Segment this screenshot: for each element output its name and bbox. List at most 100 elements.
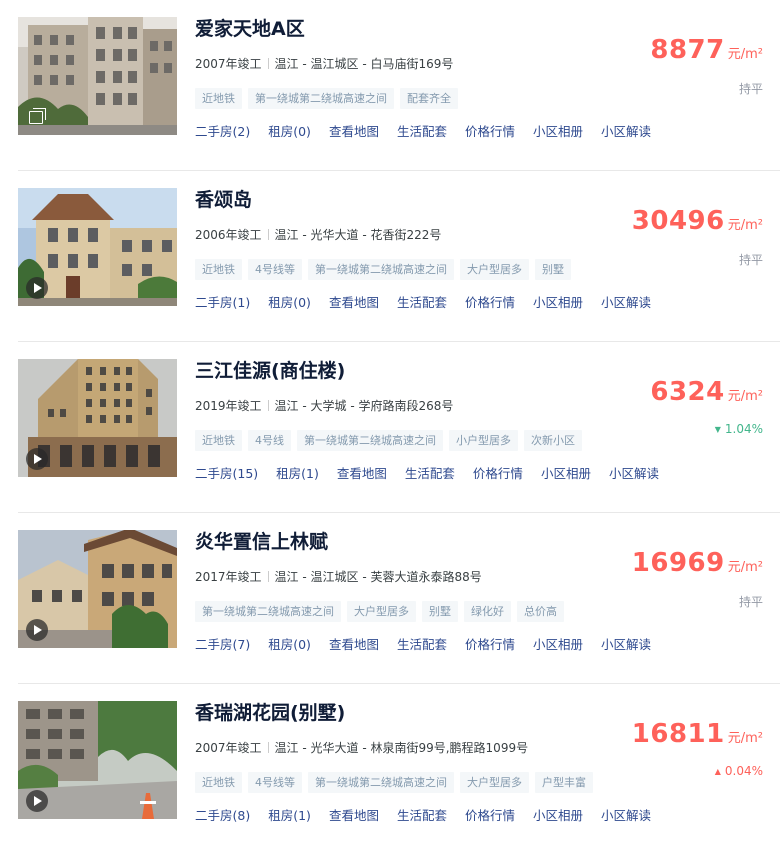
price-value: 16811 xyxy=(631,719,725,749)
price-trend-link[interactable]: 价格行情 xyxy=(465,121,515,140)
rent-link[interactable]: 租房(1) xyxy=(276,463,319,482)
feature-tags: 近地铁 第一绕城第二绕城高速之间 配套齐全 xyxy=(195,87,464,109)
community-info: 2007年竣工 温江 - 光华大道 - 林泉南街99号,鹏程路1099号 xyxy=(195,740,528,756)
listing-photo[interactable] xyxy=(18,188,177,306)
community-title[interactable]: 炎华置信上林赋 xyxy=(195,529,328,555)
listing-photo[interactable] xyxy=(18,530,177,648)
secondhand-link[interactable]: 二手房(1) xyxy=(195,292,250,311)
price-unit: 元/m² xyxy=(727,731,763,746)
feature-tag: 4号线等 xyxy=(248,259,302,280)
price-value: 6324 xyxy=(650,377,725,407)
album-link[interactable]: 小区相册 xyxy=(533,121,583,140)
amenities-link[interactable]: 生活配套 xyxy=(397,121,447,140)
unit-price: 6324 元/m² xyxy=(650,377,763,407)
map-link[interactable]: 查看地图 xyxy=(337,463,387,482)
map-link[interactable]: 查看地图 xyxy=(329,292,379,311)
amenities-link[interactable]: 生活配套 xyxy=(405,463,455,482)
listing-item: 爱家天地A区 2007年竣工 温江 - 温江城区 - 白马庙街169号 近地铁 第一… xyxy=(18,0,780,171)
listing-item: 三江佳源(商住楼) 2019年竣工 温江 - 大学城 - 学府路南段268号 近地… xyxy=(18,342,780,513)
price-trend: ▼ 1.04% xyxy=(715,422,763,436)
play-icon xyxy=(26,790,48,812)
community-title[interactable]: 香瑞湖花园(别墅) xyxy=(195,700,345,726)
analysis-link[interactable]: 小区解读 xyxy=(609,463,659,482)
amenities-link[interactable]: 生活配套 xyxy=(397,634,447,653)
feature-tags: 近地铁 4号线等 第一绕城第二绕城高速之间 大户型居多 别墅 xyxy=(195,258,577,280)
build-year: 2017年竣工 xyxy=(195,570,262,584)
rent-link[interactable]: 租房(0) xyxy=(268,292,311,311)
album-link[interactable]: 小区相册 xyxy=(533,292,583,311)
analysis-link[interactable]: 小区解读 xyxy=(601,292,651,311)
feature-tag: 小户型居多 xyxy=(449,430,518,451)
feature-tag: 第一绕城第二绕城高速之间 xyxy=(308,259,454,280)
community-links: 二手房(8) 租房(1) 查看地图 生活配套 价格行情 小区相册 小区解读 xyxy=(195,805,669,824)
trend-down-icon: ▼ xyxy=(714,425,721,434)
community-links: 二手房(2) 租房(0) 查看地图 生活配套 价格行情 小区相册 小区解读 xyxy=(195,121,669,140)
feature-tag: 户型丰富 xyxy=(535,772,593,793)
gallery-icon xyxy=(26,106,48,128)
feature-tag: 总价高 xyxy=(517,601,564,622)
community-location: 温江 - 温江城区 - 芙蓉大道永泰路88号 xyxy=(274,570,482,584)
play-icon xyxy=(26,277,48,299)
feature-tag: 近地铁 xyxy=(195,772,242,793)
trend-up-icon: ▲ xyxy=(714,767,721,776)
rent-link[interactable]: 租房(1) xyxy=(268,805,311,824)
feature-tag: 近地铁 xyxy=(195,430,242,451)
community-title[interactable]: 三江佳源(商住楼) xyxy=(195,358,345,384)
feature-tag: 4号线 xyxy=(248,430,291,451)
feature-tag: 大户型居多 xyxy=(460,259,529,280)
trend-text: 1.04% xyxy=(724,422,763,436)
price-value: 16969 xyxy=(631,548,725,578)
community-title[interactable]: 爱家天地A区 xyxy=(195,16,305,42)
feature-tag: 第一绕城第二绕城高速之间 xyxy=(248,88,394,109)
price-trend: ▲ 0.04% xyxy=(715,764,763,778)
divider xyxy=(267,58,269,69)
album-link[interactable]: 小区相册 xyxy=(533,805,583,824)
rent-link[interactable]: 租房(0) xyxy=(268,121,311,140)
amenities-link[interactable]: 生活配套 xyxy=(397,805,447,824)
community-location: 温江 - 光华大道 - 花香街222号 xyxy=(274,228,442,242)
price-trend-link[interactable]: 价格行情 xyxy=(473,463,523,482)
map-link[interactable]: 查看地图 xyxy=(329,121,379,140)
feature-tag: 别墅 xyxy=(535,259,571,280)
secondhand-link[interactable]: 二手房(7) xyxy=(195,634,250,653)
divider xyxy=(267,229,269,240)
community-info: 2017年竣工 温江 - 温江城区 - 芙蓉大道永泰路88号 xyxy=(195,569,482,585)
analysis-link[interactable]: 小区解读 xyxy=(601,805,651,824)
community-info: 2007年竣工 温江 - 温江城区 - 白马庙街169号 xyxy=(195,56,453,72)
feature-tag: 绿化好 xyxy=(464,601,511,622)
unit-price: 16969 元/m² xyxy=(632,548,763,578)
feature-tag: 第一绕城第二绕城高速之间 xyxy=(195,601,341,622)
feature-tag: 近地铁 xyxy=(195,259,242,280)
map-link[interactable]: 查看地图 xyxy=(329,805,379,824)
feature-tags: 第一绕城第二绕城高速之间 大户型居多 别墅 绿化好 总价高 xyxy=(195,600,570,622)
rent-link[interactable]: 租房(0) xyxy=(268,634,311,653)
price-trend-link[interactable]: 价格行情 xyxy=(465,292,515,311)
feature-tag: 第一绕城第二绕城高速之间 xyxy=(297,430,443,451)
community-info: 2006年竣工 温江 - 光华大道 - 花香街222号 xyxy=(195,227,441,243)
feature-tag: 大户型居多 xyxy=(347,601,416,622)
price-unit: 元/m² xyxy=(727,218,763,233)
feature-tag: 4号线等 xyxy=(248,772,302,793)
analysis-link[interactable]: 小区解读 xyxy=(601,121,651,140)
secondhand-link[interactable]: 二手房(15) xyxy=(195,463,258,482)
secondhand-link[interactable]: 二手房(8) xyxy=(195,805,250,824)
build-year: 2007年竣工 xyxy=(195,741,262,755)
map-link[interactable]: 查看地图 xyxy=(329,634,379,653)
play-icon xyxy=(26,619,48,641)
amenities-link[interactable]: 生活配套 xyxy=(397,292,447,311)
price-trend-link[interactable]: 价格行情 xyxy=(465,634,515,653)
listing-photo[interactable] xyxy=(18,359,177,477)
listing-photo[interactable] xyxy=(18,701,177,819)
feature-tags: 近地铁 4号线 第一绕城第二绕城高速之间 小户型居多 次新小区 xyxy=(195,429,588,451)
album-link[interactable]: 小区相册 xyxy=(533,634,583,653)
price-unit: 元/m² xyxy=(727,560,763,575)
community-title[interactable]: 香颂岛 xyxy=(195,187,252,213)
album-link[interactable]: 小区相册 xyxy=(541,463,591,482)
price-trend-link[interactable]: 价格行情 xyxy=(465,805,515,824)
divider xyxy=(267,400,269,411)
listing-photo[interactable] xyxy=(18,17,177,135)
feature-tags: 近地铁 4号线等 第一绕城第二绕城高速之间 大户型居多 户型丰富 xyxy=(195,771,599,793)
analysis-link[interactable]: 小区解读 xyxy=(601,634,651,653)
price-unit: 元/m² xyxy=(727,47,763,62)
secondhand-link[interactable]: 二手房(2) xyxy=(195,121,250,140)
